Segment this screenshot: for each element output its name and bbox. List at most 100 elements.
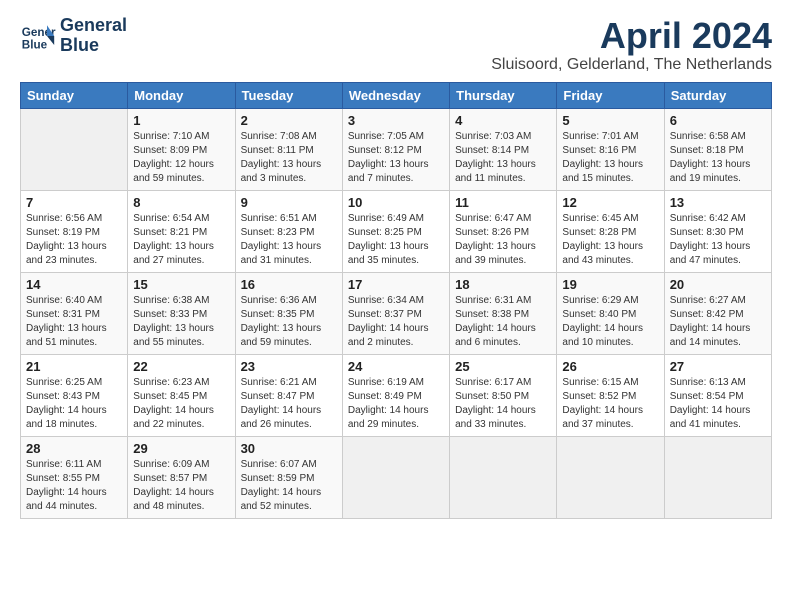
day-detail: Sunrise: 6:34 AM Sunset: 8:37 PM Dayligh… [348,294,444,350]
day-number: 4 [455,113,551,128]
day-number: 25 [455,359,551,374]
calendar-week-row: 14 Sunrise: 6:40 AM Sunset: 8:31 PM Dayli… [21,272,772,354]
day-detail: Sunrise: 6:42 AM Sunset: 8:30 PM Dayligh… [670,212,766,268]
day-detail: Sunrise: 6:07 AM Sunset: 8:59 PM Dayligh… [241,458,337,514]
day-detail: Sunrise: 6:13 AM Sunset: 8:54 PM Dayligh… [670,376,766,432]
day-number: 12 [562,195,658,210]
day-detail: Sunrise: 6:54 AM Sunset: 8:21 PM Dayligh… [133,212,229,268]
day-number: 10 [348,195,444,210]
title-area: April 2024 Sluisoord, Gelderland, The Ne… [491,16,772,74]
day-number: 19 [562,277,658,292]
calendar-cell: 22 Sunrise: 6:23 AM Sunset: 8:45 PM Dayli… [128,354,235,436]
location-title: Sluisoord, Gelderland, The Netherlands [491,56,772,74]
day-detail: Sunrise: 7:01 AM Sunset: 8:16 PM Dayligh… [562,130,658,186]
calendar-cell: 9 Sunrise: 6:51 AM Sunset: 8:23 PM Daylig… [235,190,342,272]
day-number: 21 [26,359,122,374]
calendar-cell: 26 Sunrise: 6:15 AM Sunset: 8:52 PM Dayli… [557,354,664,436]
day-detail: Sunrise: 6:25 AM Sunset: 8:43 PM Dayligh… [26,376,122,432]
calendar-header: SundayMondayTuesdayWednesdayThursdayFrid… [21,82,772,108]
day-number: 5 [562,113,658,128]
calendar-cell [450,436,557,518]
calendar-cell: 7 Sunrise: 6:56 AM Sunset: 8:19 PM Daylig… [21,190,128,272]
day-detail: Sunrise: 6:17 AM Sunset: 8:50 PM Dayligh… [455,376,551,432]
day-detail: Sunrise: 6:51 AM Sunset: 8:23 PM Dayligh… [241,212,337,268]
calendar-week-row: 28 Sunrise: 6:11 AM Sunset: 8:55 PM Dayli… [21,436,772,518]
calendar-cell: 12 Sunrise: 6:45 AM Sunset: 8:28 PM Dayli… [557,190,664,272]
day-detail: Sunrise: 6:21 AM Sunset: 8:47 PM Dayligh… [241,376,337,432]
calendar-cell: 23 Sunrise: 6:21 AM Sunset: 8:47 PM Dayli… [235,354,342,436]
day-number: 28 [26,441,122,456]
calendar-week-row: 7 Sunrise: 6:56 AM Sunset: 8:19 PM Daylig… [21,190,772,272]
day-number: 20 [670,277,766,292]
day-number: 18 [455,277,551,292]
calendar-cell: 28 Sunrise: 6:11 AM Sunset: 8:55 PM Dayli… [21,436,128,518]
day-number: 8 [133,195,229,210]
weekday-header: Saturday [664,82,771,108]
day-number: 17 [348,277,444,292]
svg-text:Blue: Blue [22,38,48,51]
weekday-header: Wednesday [342,82,449,108]
day-detail: Sunrise: 6:38 AM Sunset: 8:33 PM Dayligh… [133,294,229,350]
calendar-cell: 18 Sunrise: 6:31 AM Sunset: 8:38 PM Dayli… [450,272,557,354]
weekday-header: Sunday [21,82,128,108]
calendar-cell [664,436,771,518]
day-detail: Sunrise: 6:15 AM Sunset: 8:52 PM Dayligh… [562,376,658,432]
calendar-cell: 17 Sunrise: 6:34 AM Sunset: 8:37 PM Dayli… [342,272,449,354]
calendar-cell: 10Sunrise: 6:49 AM Sunset: 8:25 PM Dayli… [342,190,449,272]
calendar-cell: 30Sunrise: 6:07 AM Sunset: 8:59 PM Dayli… [235,436,342,518]
day-detail: Sunrise: 7:05 AM Sunset: 8:12 PM Dayligh… [348,130,444,186]
day-number: 15 [133,277,229,292]
day-detail: Sunrise: 6:27 AM Sunset: 8:42 PM Dayligh… [670,294,766,350]
day-number: 23 [241,359,337,374]
day-number: 3 [348,113,444,128]
day-number: 1 [133,113,229,128]
day-number: 26 [562,359,658,374]
day-number: 11 [455,195,551,210]
logo-text: General Blue [60,16,127,56]
calendar-week-row: 21 Sunrise: 6:25 AM Sunset: 8:43 PM Dayli… [21,354,772,436]
day-detail: Sunrise: 6:40 AM Sunset: 8:31 PM Dayligh… [26,294,122,350]
calendar-cell: 13Sunrise: 6:42 AM Sunset: 8:30 PM Dayli… [664,190,771,272]
calendar-cell: 1 Sunrise: 7:10 AM Sunset: 8:09 PM Daylig… [128,108,235,190]
header: General Blue General Blue April 2024 Slu… [20,16,772,74]
calendar-cell: 11 Sunrise: 6:47 AM Sunset: 8:26 PM Dayli… [450,190,557,272]
weekday-header: Thursday [450,82,557,108]
day-detail: Sunrise: 6:58 AM Sunset: 8:18 PM Dayligh… [670,130,766,186]
calendar-cell: 27Sunrise: 6:13 AM Sunset: 8:54 PM Dayli… [664,354,771,436]
calendar-cell: 4Sunrise: 7:03 AM Sunset: 8:14 PM Daylig… [450,108,557,190]
day-detail: Sunrise: 6:56 AM Sunset: 8:19 PM Dayligh… [26,212,122,268]
calendar-cell: 16Sunrise: 6:36 AM Sunset: 8:35 PM Dayli… [235,272,342,354]
calendar-cell: 25 Sunrise: 6:17 AM Sunset: 8:50 PM Dayli… [450,354,557,436]
day-detail: Sunrise: 6:45 AM Sunset: 8:28 PM Dayligh… [562,212,658,268]
calendar-cell: 8 Sunrise: 6:54 AM Sunset: 8:21 PM Daylig… [128,190,235,272]
day-detail: Sunrise: 6:09 AM Sunset: 8:57 PM Dayligh… [133,458,229,514]
calendar-cell: 21 Sunrise: 6:25 AM Sunset: 8:43 PM Dayli… [21,354,128,436]
day-number: 7 [26,195,122,210]
day-detail: Sunrise: 6:11 AM Sunset: 8:55 PM Dayligh… [26,458,122,514]
calendar-week-row: 1 Sunrise: 7:10 AM Sunset: 8:09 PM Daylig… [21,108,772,190]
day-detail: Sunrise: 6:47 AM Sunset: 8:26 PM Dayligh… [455,212,551,268]
day-detail: Sunrise: 7:08 AM Sunset: 8:11 PM Dayligh… [241,130,337,186]
calendar-cell [21,108,128,190]
day-detail: Sunrise: 6:23 AM Sunset: 8:45 PM Dayligh… [133,376,229,432]
logo-icon: General Blue [20,18,56,54]
day-number: 6 [670,113,766,128]
weekday-header: Friday [557,82,664,108]
day-number: 29 [133,441,229,456]
day-number: 22 [133,359,229,374]
day-number: 14 [26,277,122,292]
calendar-cell: 15 Sunrise: 6:38 AM Sunset: 8:33 PM Dayli… [128,272,235,354]
day-detail: Sunrise: 7:10 AM Sunset: 8:09 PM Dayligh… [133,130,229,186]
day-number: 24 [348,359,444,374]
calendar-cell [342,436,449,518]
calendar-cell [557,436,664,518]
calendar-cell: 3 Sunrise: 7:05 AM Sunset: 8:12 PM Daylig… [342,108,449,190]
day-number: 9 [241,195,337,210]
day-detail: Sunrise: 6:29 AM Sunset: 8:40 PM Dayligh… [562,294,658,350]
calendar-cell: 14 Sunrise: 6:40 AM Sunset: 8:31 PM Dayli… [21,272,128,354]
calendar-cell: 20 Sunrise: 6:27 AM Sunset: 8:42 PM Dayli… [664,272,771,354]
calendar-cell: 2Sunrise: 7:08 AM Sunset: 8:11 PM Daylig… [235,108,342,190]
day-detail: Sunrise: 6:31 AM Sunset: 8:38 PM Dayligh… [455,294,551,350]
calendar-cell: 29 Sunrise: 6:09 AM Sunset: 8:57 PM Dayli… [128,436,235,518]
calendar-cell: 19 Sunrise: 6:29 AM Sunset: 8:40 PM Dayli… [557,272,664,354]
